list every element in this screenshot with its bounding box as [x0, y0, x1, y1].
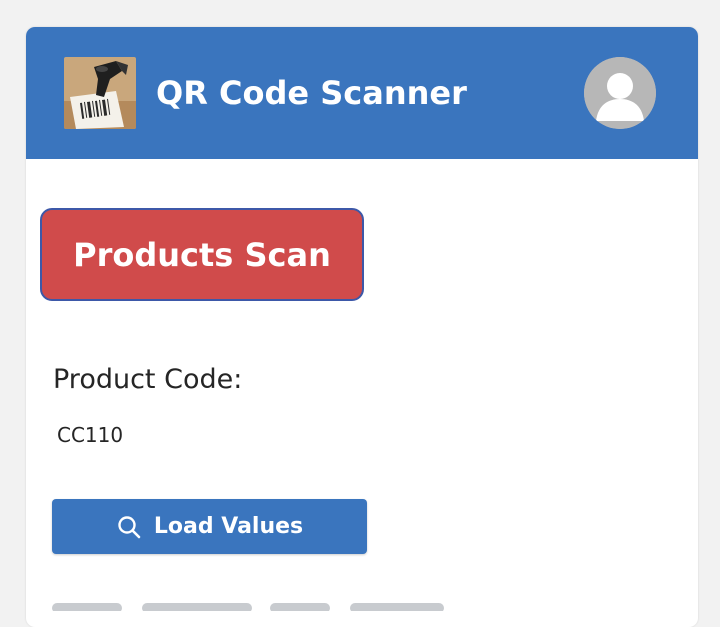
search-icon	[118, 515, 141, 538]
app-title: QR Code Scanner	[156, 74, 467, 112]
product-code-value: CC110	[57, 423, 124, 447]
product-code-label: Product Code:	[53, 364, 243, 395]
barcode-scanner-photo	[64, 57, 136, 129]
products-scan-label: Products Scan	[73, 235, 331, 274]
app-card: QR Code Scanner Products Scan Product Co…	[26, 27, 698, 627]
products-scan-button[interactable]: Products Scan	[40, 208, 364, 301]
user-silhouette-icon	[584, 57, 656, 129]
app-header: QR Code Scanner	[26, 27, 698, 159]
load-values-label: Load Values	[153, 514, 304, 539]
load-values-button[interactable]: Load Values	[52, 499, 367, 554]
user-avatar-icon[interactable]	[584, 57, 656, 129]
clipped-text-row	[52, 599, 482, 611]
barcode-scanner-image	[64, 57, 136, 129]
